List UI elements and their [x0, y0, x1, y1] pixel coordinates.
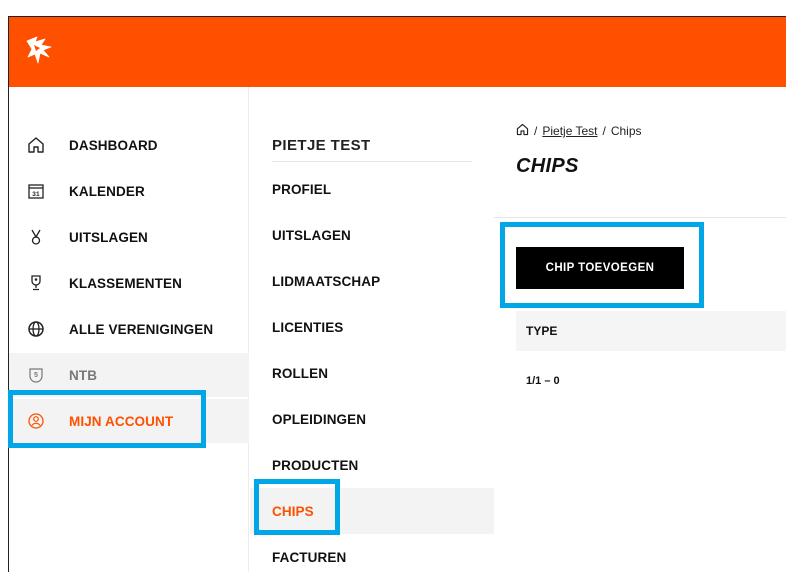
sidebar-item-dashboard[interactable]: DASHBOARD [9, 123, 249, 167]
sidebar-item-ntb[interactable]: 5 NTB [9, 353, 249, 397]
home-icon [25, 135, 47, 155]
table-row: 1/1 – 0 [526, 375, 560, 387]
calendar-icon: 31 [25, 181, 47, 201]
breadcrumb-current: Chips [610, 124, 642, 138]
main-content: / Pietje Test / Chips CHIPS CHIP TOEVOEG… [494, 87, 786, 572]
subnav-item-opleidingen[interactable]: OPLEIDINGEN [250, 396, 494, 442]
globe-icon [25, 319, 47, 339]
sidebar-item-label: DASHBOARD [69, 137, 158, 153]
sidebar-item-label: KLASSEMENTEN [69, 275, 182, 291]
top-bar [9, 17, 786, 87]
column-header-type[interactable]: TYPE [526, 324, 557, 338]
sidebar-item-klassementen[interactable]: KLASSEMENTEN [9, 261, 249, 305]
medal-icon [25, 227, 47, 247]
account-name: PIETJE TEST [272, 137, 371, 154]
breadcrumb-link-account[interactable]: Pietje Test [542, 124, 597, 138]
home-icon[interactable] [516, 123, 529, 139]
trophy-icon [25, 273, 47, 293]
sidebar-item-mijn-account[interactable]: MIJN ACCOUNT [9, 399, 249, 443]
breadcrumb-separator: / [534, 124, 538, 138]
subnav-item-producten[interactable]: PRODUCTEN [250, 442, 494, 488]
sidebar-item-label: UITSLAGEN [69, 229, 148, 245]
sidebar-item-label: NTB [69, 367, 98, 383]
sidebar-item-uitslagen[interactable]: UITSLAGEN [9, 215, 249, 259]
shield-icon: 5 [25, 365, 47, 385]
svg-text:31: 31 [32, 191, 40, 198]
sidebar-item-label: MIJN ACCOUNT [69, 413, 174, 429]
subnav-divider [272, 161, 472, 162]
page-title: CHIPS [516, 155, 579, 177]
breadcrumb: / Pietje Test / Chips [516, 123, 642, 139]
add-chip-button[interactable]: CHIP TOEVOEGEN [516, 247, 684, 289]
subnav-item-facturen[interactable]: FACTUREN [250, 534, 494, 572]
sidebar-item-alle-verenigingen[interactable]: ALLE VERENIGINGEN [9, 307, 249, 351]
sidebar-item-label: ALLE VERENIGINGEN [69, 321, 214, 337]
app-frame: DASHBOARD 31 KALENDER UITSLAGEN KLASSEME… [8, 16, 786, 572]
sidebar-item-kalender[interactable]: 31 KALENDER [9, 169, 249, 213]
logo-icon[interactable] [23, 33, 57, 67]
sidebar: DASHBOARD 31 KALENDER UITSLAGEN KLASSEME… [9, 87, 249, 572]
subnav-item-rollen[interactable]: ROLLEN [250, 350, 494, 396]
subnav-item-uitslagen[interactable]: UITSLAGEN [250, 212, 494, 258]
subnav-item-lidmaatschap[interactable]: LIDMAATSCHAP [250, 258, 494, 304]
subnav-item-profiel[interactable]: PROFIEL [250, 166, 494, 212]
account-subnav: PIETJE TEST PROFIEL UITSLAGEN LIDMAATSCH… [250, 87, 494, 572]
user-circle-icon [25, 411, 47, 431]
table-header: TYPE [516, 311, 786, 351]
header-divider [494, 217, 786, 218]
sidebar-item-label: KALENDER [69, 183, 145, 199]
subnav-item-chips[interactable]: CHIPS [250, 488, 494, 534]
subnav-item-licenties[interactable]: LICENTIES [250, 304, 494, 350]
breadcrumb-separator: / [602, 124, 606, 138]
svg-text:5: 5 [34, 372, 38, 379]
